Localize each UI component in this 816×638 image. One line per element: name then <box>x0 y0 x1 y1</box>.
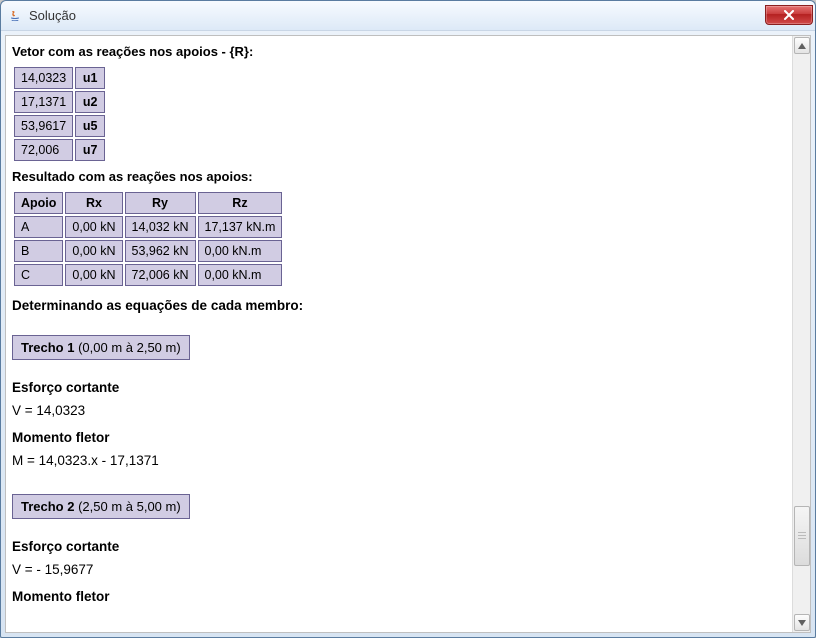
titlebar[interactable]: Solução <box>1 1 815 31</box>
table-row: 53,9617 u5 <box>14 115 105 137</box>
cell-ry: 53,962 kN <box>125 240 196 262</box>
heading-momento-1: Momento fletor <box>12 430 786 445</box>
heading-momento-2: Momento fletor <box>12 589 786 604</box>
vetor-value: 72,006 <box>14 139 73 161</box>
heading-esforco-1: Esforço cortante <box>12 380 786 395</box>
trecho-2-label: Trecho 2 (2,50 m à 5,00 m) <box>12 494 190 519</box>
vetor-value: 53,9617 <box>14 115 73 137</box>
scroll-down-button[interactable] <box>794 614 810 631</box>
scroll-up-button[interactable] <box>794 37 810 54</box>
client-area: Vetor com as reações nos apoios - {R}: 1… <box>5 35 811 633</box>
table-row: 14,0323 u1 <box>14 67 105 89</box>
cell-ry: 14,032 kN <box>125 216 196 238</box>
col-apoio: Apoio <box>14 192 63 214</box>
heading-resultado: Resultado com as reações nos apoios: <box>12 169 786 184</box>
equation-m-1: M = 14,0323.x - 17,1371 <box>12 453 786 468</box>
close-button[interactable] <box>765 5 813 25</box>
table-row: A 0,00 kN 14,032 kN 17,137 kN.m <box>14 216 282 238</box>
vetor-u: u1 <box>75 67 105 89</box>
col-rz: Rz <box>198 192 283 214</box>
cell-ry: 72,006 kN <box>125 264 196 286</box>
cell-rz: 0,00 kN.m <box>198 240 283 262</box>
table-row: B 0,00 kN 53,962 kN 0,00 kN.m <box>14 240 282 262</box>
col-ry: Ry <box>125 192 196 214</box>
window-title: Solução <box>29 8 76 23</box>
vetor-u: u2 <box>75 91 105 113</box>
window-frame: Solução Vetor com as reações nos apoios … <box>0 0 816 638</box>
cell-rx: 0,00 kN <box>65 216 122 238</box>
vetor-u: u7 <box>75 139 105 161</box>
table-row: C 0,00 kN 72,006 kN 0,00 kN.m <box>14 264 282 286</box>
trecho-1-bold: Trecho 1 <box>21 340 74 355</box>
cell-apoio: A <box>14 216 63 238</box>
chevron-down-icon <box>798 620 806 626</box>
heading-esforco-2: Esforço cortante <box>12 539 786 554</box>
cell-apoio: C <box>14 264 63 286</box>
cell-rz: 17,137 kN.m <box>198 216 283 238</box>
cell-rx: 0,00 kN <box>65 240 122 262</box>
table-row: 72,006 u7 <box>14 139 105 161</box>
scroll-thumb[interactable] <box>794 506 810 566</box>
cell-rz: 0,00 kN.m <box>198 264 283 286</box>
reactions-table: Apoio Rx Ry Rz A 0,00 kN 14,032 kN 17,13… <box>12 190 284 288</box>
content-pane: Vetor com as reações nos apoios - {R}: 1… <box>6 36 792 632</box>
vertical-scrollbar[interactable] <box>792 36 810 632</box>
trecho-1-range: (0,00 m à 2,50 m) <box>74 340 180 355</box>
vetor-r-table: 14,0323 u1 17,1371 u2 53,9617 u5 72,006 … <box>12 65 107 163</box>
vetor-value: 17,1371 <box>14 91 73 113</box>
table-row: 17,1371 u2 <box>14 91 105 113</box>
col-rx: Rx <box>65 192 122 214</box>
trecho-2-bold: Trecho 2 <box>21 499 74 514</box>
equation-v-2: V = - 15,9677 <box>12 562 786 577</box>
chevron-up-icon <box>798 43 806 49</box>
trecho-2-range: (2,50 m à 5,00 m) <box>74 499 180 514</box>
heading-determinando: Determinando as equações de cada membro: <box>12 298 786 313</box>
cell-rx: 0,00 kN <box>65 264 122 286</box>
java-app-icon <box>7 8 23 24</box>
vetor-value: 14,0323 <box>14 67 73 89</box>
heading-vetor: Vetor com as reações nos apoios - {R}: <box>12 44 786 59</box>
cell-apoio: B <box>14 240 63 262</box>
vetor-u: u5 <box>75 115 105 137</box>
equation-v-1: V = 14,0323 <box>12 403 786 418</box>
table-header-row: Apoio Rx Ry Rz <box>14 192 282 214</box>
trecho-1-label: Trecho 1 (0,00 m à 2,50 m) <box>12 335 190 360</box>
close-icon <box>783 10 795 20</box>
